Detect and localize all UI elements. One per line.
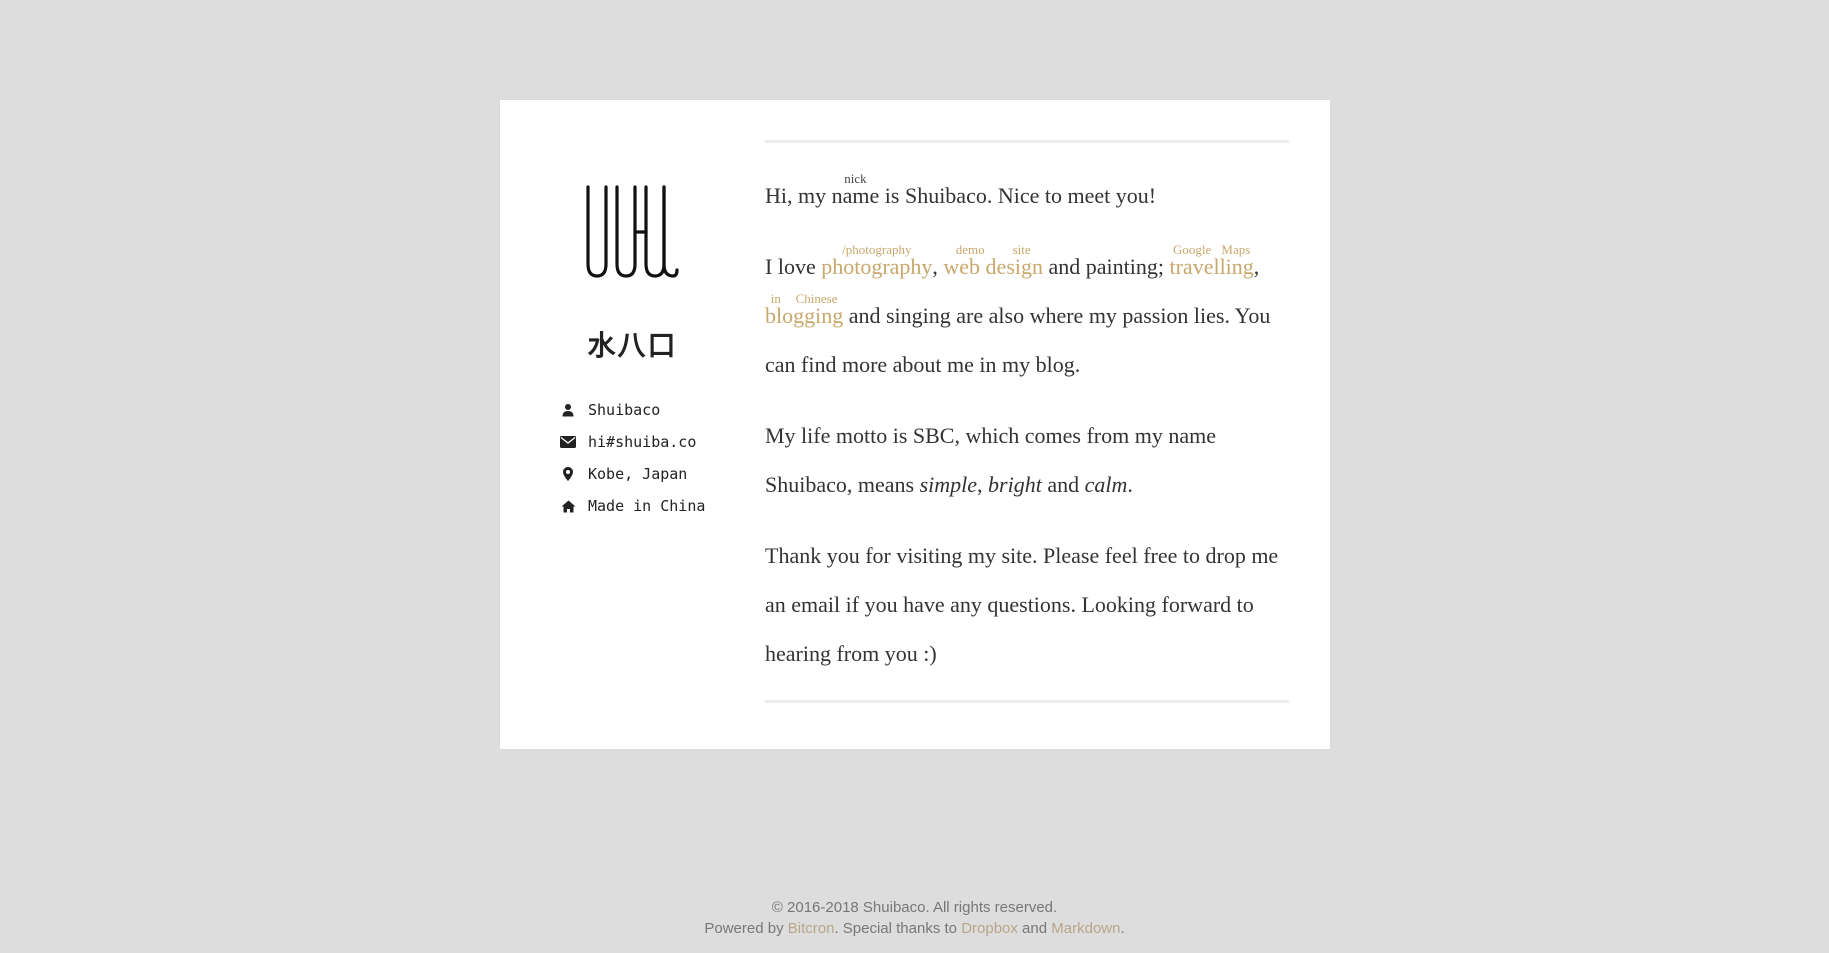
nick-annotation: nick bbox=[831, 171, 880, 186]
user-icon bbox=[560, 402, 576, 418]
info-name-text: Shuibaco bbox=[588, 401, 661, 419]
info-email-text[interactable]: hi#shuiba.co bbox=[588, 433, 696, 451]
name-ruby: namenick bbox=[831, 171, 880, 208]
info-origin-text: Made in China bbox=[588, 497, 706, 515]
about-content: Hi, my namenick is Shuibaco. Nice to mee… bbox=[765, 140, 1289, 703]
info-item-origin: Made in China bbox=[560, 490, 705, 522]
travelling-link[interactable]: travellingGoogle Maps bbox=[1169, 243, 1253, 279]
markdown-link[interactable]: Markdown bbox=[1051, 920, 1120, 937]
motto-calm: calm bbox=[1084, 472, 1128, 497]
info-list: Shuibaco hi#shuiba.co Kobe, Japan Made i… bbox=[560, 394, 705, 522]
motto-paragraph: My life motto is SBC, which comes from m… bbox=[765, 423, 1216, 497]
travelling-annotation: Google Maps bbox=[1169, 242, 1254, 257]
copyright-text: © 2016-2018 Shuibaco. All rights reserve… bbox=[771, 899, 1058, 916]
info-item-email: hi#shuiba.co bbox=[560, 426, 705, 458]
motto-bright: bright bbox=[988, 472, 1042, 497]
interests-paragraph: I love photography/photography, web desi… bbox=[765, 242, 1271, 377]
footer: © 2016-2018 Shuibaco. All rights reserve… bbox=[0, 897, 1829, 939]
blogging-link[interactable]: bloggingin Chinese bbox=[765, 292, 843, 328]
envelope-icon bbox=[560, 434, 576, 450]
info-location-text: Kobe, Japan bbox=[588, 465, 688, 483]
profile-card: 水八口 Shuibaco hi#shuiba.co Kobe, Japan Ma… bbox=[500, 100, 1330, 749]
map-marker-icon bbox=[560, 466, 576, 482]
photography-annotation: /photography bbox=[821, 242, 933, 257]
intro-paragraph: Hi, my namenick is Shuibaco. Nice to mee… bbox=[765, 171, 1157, 208]
bitcron-link[interactable]: Bitcron bbox=[788, 920, 835, 937]
top-divider bbox=[765, 140, 1289, 143]
bottom-divider bbox=[765, 700, 1289, 703]
chinese-name: 水八口 bbox=[587, 329, 678, 362]
thanks-paragraph: Thank you for visiting my site. Please f… bbox=[765, 543, 1279, 666]
blogging-annotation: in Chinese bbox=[765, 291, 844, 306]
shuibaco-logo[interactable] bbox=[585, 184, 680, 278]
info-item-location: Kobe, Japan bbox=[560, 458, 705, 490]
photography-link[interactable]: photography/photography bbox=[821, 243, 932, 279]
motto-simple: simple bbox=[919, 472, 978, 497]
info-item-name: Shuibaco bbox=[560, 394, 705, 426]
web-design-annotation: demo site bbox=[943, 242, 1043, 257]
home-icon bbox=[560, 498, 576, 514]
logo-mark-icon bbox=[586, 185, 679, 278]
dropbox-link[interactable]: Dropbox bbox=[961, 920, 1018, 937]
web-design-link[interactable]: web designdemo site bbox=[943, 243, 1043, 279]
credits-line: Powered by Bitcron. Special thanks to Dr… bbox=[704, 920, 1125, 937]
